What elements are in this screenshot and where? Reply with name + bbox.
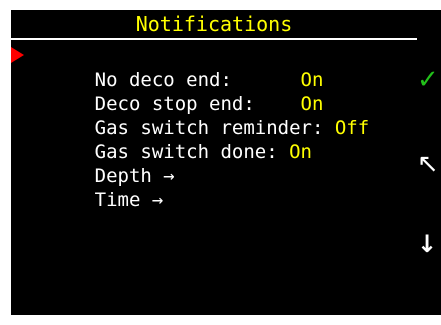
menu-item-gas-switch-done[interactable]: Gas switch done: On (26, 116, 369, 163)
menu-item-gas-switch-reminder[interactable]: Gas switch reminder: Off (26, 92, 370, 139)
menu-item-depth[interactable]: Depth → (26, 140, 369, 187)
dive-computer-screen: Notifications No deco end: On Deco stop … (11, 10, 417, 315)
menu-item-no-deco-end[interactable]: No deco end: On (11, 44, 369, 91)
back-arrow-icon[interactable]: ↖ (417, 151, 441, 177)
menu-item-deco-stop-end[interactable]: Deco stop end: On (26, 68, 369, 115)
down-arrow-icon[interactable]: ↓ (417, 232, 441, 256)
title-bar: Notifications (11, 10, 417, 40)
notification-menu: No deco end: On Deco stop end: On Gas sw… (11, 44, 370, 211)
menu-item-label: Time → (94, 189, 164, 211)
button-hint-bar: ✓ ↖ ↓ (417, 10, 441, 315)
confirm-check-icon[interactable]: ✓ (417, 67, 441, 93)
menu-item-time[interactable]: Time → (26, 164, 369, 211)
selection-cursor-icon (11, 47, 24, 63)
page-title: Notifications (135, 12, 293, 36)
